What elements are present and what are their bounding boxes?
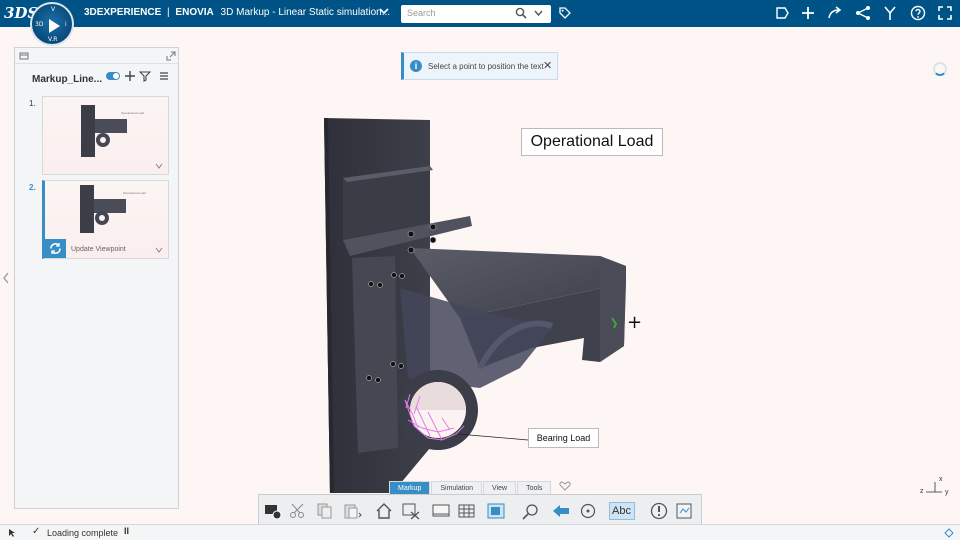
axis-y-label: y [945,489,949,496]
info-icon: i [410,60,422,72]
tab-simulation[interactable]: Simulation [431,481,483,494]
compass-label-3d: 3D [35,21,44,28]
filter-icon[interactable] [139,70,151,82]
document-title: 3D Markup - Linear Static simulation... [220,7,391,18]
collapse-panel-icon[interactable] [2,272,10,284]
chevron-down-icon[interactable] [155,163,163,169]
axis-triad: x z y [920,476,950,500]
help-icon[interactable] [910,5,926,21]
axis-z-label: z [920,488,924,495]
loading-spinner-icon [933,62,947,76]
operational-load-label[interactable]: Operational Load [521,128,663,156]
panel-view-icon[interactable] [19,51,29,61]
search-box[interactable] [401,5,551,23]
markup-thumbnail-2[interactable]: Operational Load Update Viewpoint [42,180,169,259]
markup-thumbnail-1[interactable]: Operational Load [42,96,169,175]
expand-icon[interactable] [166,51,176,61]
top-bar: 3DS 3DEXPERIENCE | ENOVIA 3D Markup - Li… [0,0,960,27]
axis-x-label: x [939,476,943,483]
fullscreen-icon[interactable] [937,5,953,21]
delete-view-icon[interactable] [401,502,421,520]
app-title: 3DEXPERIENCE | ENOVIA 3D Markup - Linear… [84,7,390,18]
title-chevron-down-icon[interactable] [379,7,389,18]
target-icon[interactable] [579,502,599,520]
compass-label-vr: V.R [48,36,58,43]
thumb-part [95,211,109,225]
tab-view[interactable]: View [483,481,517,494]
menu-icon[interactable] [158,70,170,82]
thumb-label: Operational Load [121,111,145,115]
markup-panel: Markup_Line... 1. Operational Load 2. Op… [14,47,179,509]
viewpoint-icon[interactable] [487,502,507,520]
action-bar-tabs: Markup Simulation View Tools [389,481,552,494]
tag-icon[interactable] [558,6,572,20]
play-icon[interactable] [49,19,60,33]
brand-name: 3DEXPERIENCE [84,7,162,18]
forward-icon[interactable] [827,5,843,21]
update-viewpoint-label[interactable]: Update Viewpoint [71,246,126,253]
thumbnail-number: 2. [29,183,36,192]
table-icon[interactable] [457,502,477,520]
info-toast: i Select a point to position the text ✕ [401,52,558,80]
markup-title[interactable]: Markup_Line... [32,74,102,85]
thumb-part [80,185,94,233]
tab-markup[interactable]: Markup [389,481,431,494]
panel-header [15,48,178,64]
search-input[interactable] [407,8,512,18]
status-arrow-icon[interactable] [944,528,954,538]
sheet-icon[interactable] [431,502,451,520]
text-tool-label: Abc [612,505,631,517]
plus-icon[interactable] [800,5,816,21]
home-icon[interactable] [374,502,394,520]
visibility-toggle[interactable] [106,72,120,80]
copy-icon[interactable] [315,502,335,520]
tab-tools[interactable]: Tools [517,481,552,494]
3d-viewport[interactable]: Operational Load Bearing Load + x z y [180,28,960,496]
crosshair-cursor: + [627,312,643,333]
add-markup-icon[interactable] [124,70,136,82]
thumb-part [95,119,127,133]
thumbnail-number: 1. [29,99,36,108]
paste-icon[interactable] [342,502,362,520]
compass-label-i: i [65,21,67,28]
update-viewpoint-button[interactable] [45,239,66,258]
export-icon[interactable] [675,502,695,520]
text-tool-button[interactable]: Abc [609,502,635,520]
favorite-icon[interactable] [559,481,571,491]
network-icon[interactable] [855,5,871,21]
thumbnail-image: Operational Load [43,97,168,174]
search-dropdown-icon[interactable] [534,7,543,19]
search-icon[interactable] [515,7,527,19]
chevron-down-icon[interactable] [155,247,163,253]
record-icon[interactable] [263,502,283,520]
thumb-label: Operational Load [123,191,147,195]
refresh-icon [50,243,61,254]
zoom-area-icon[interactable] [521,502,541,520]
thumb-part [81,105,95,157]
status-cursor-icon[interactable] [8,528,18,538]
compass-widget[interactable]: V V.R 3D i [30,2,74,46]
compass-tools-icon[interactable] [882,5,898,21]
status-bar: ✓ Loading complete II [0,524,960,540]
cut-icon[interactable] [288,502,308,520]
bearing-load-label[interactable]: Bearing Load [528,428,599,448]
action-bar: Abc [258,494,702,525]
share-icon[interactable] [774,5,790,21]
bracket-model[interactable] [180,28,960,493]
status-message: Loading complete [47,528,119,538]
pause-icon[interactable]: II [124,526,129,536]
close-icon[interactable]: ✕ [543,59,552,72]
back-arrow-icon[interactable] [551,502,571,520]
title-separator: | [167,7,170,18]
check-icon: ✓ [32,526,41,537]
warning-icon[interactable] [649,502,669,520]
toast-message: Select a point to position the text [428,62,544,71]
thumb-part [96,133,110,147]
compass-label-v: V [51,6,56,13]
app-name: ENOVIA [175,7,214,18]
